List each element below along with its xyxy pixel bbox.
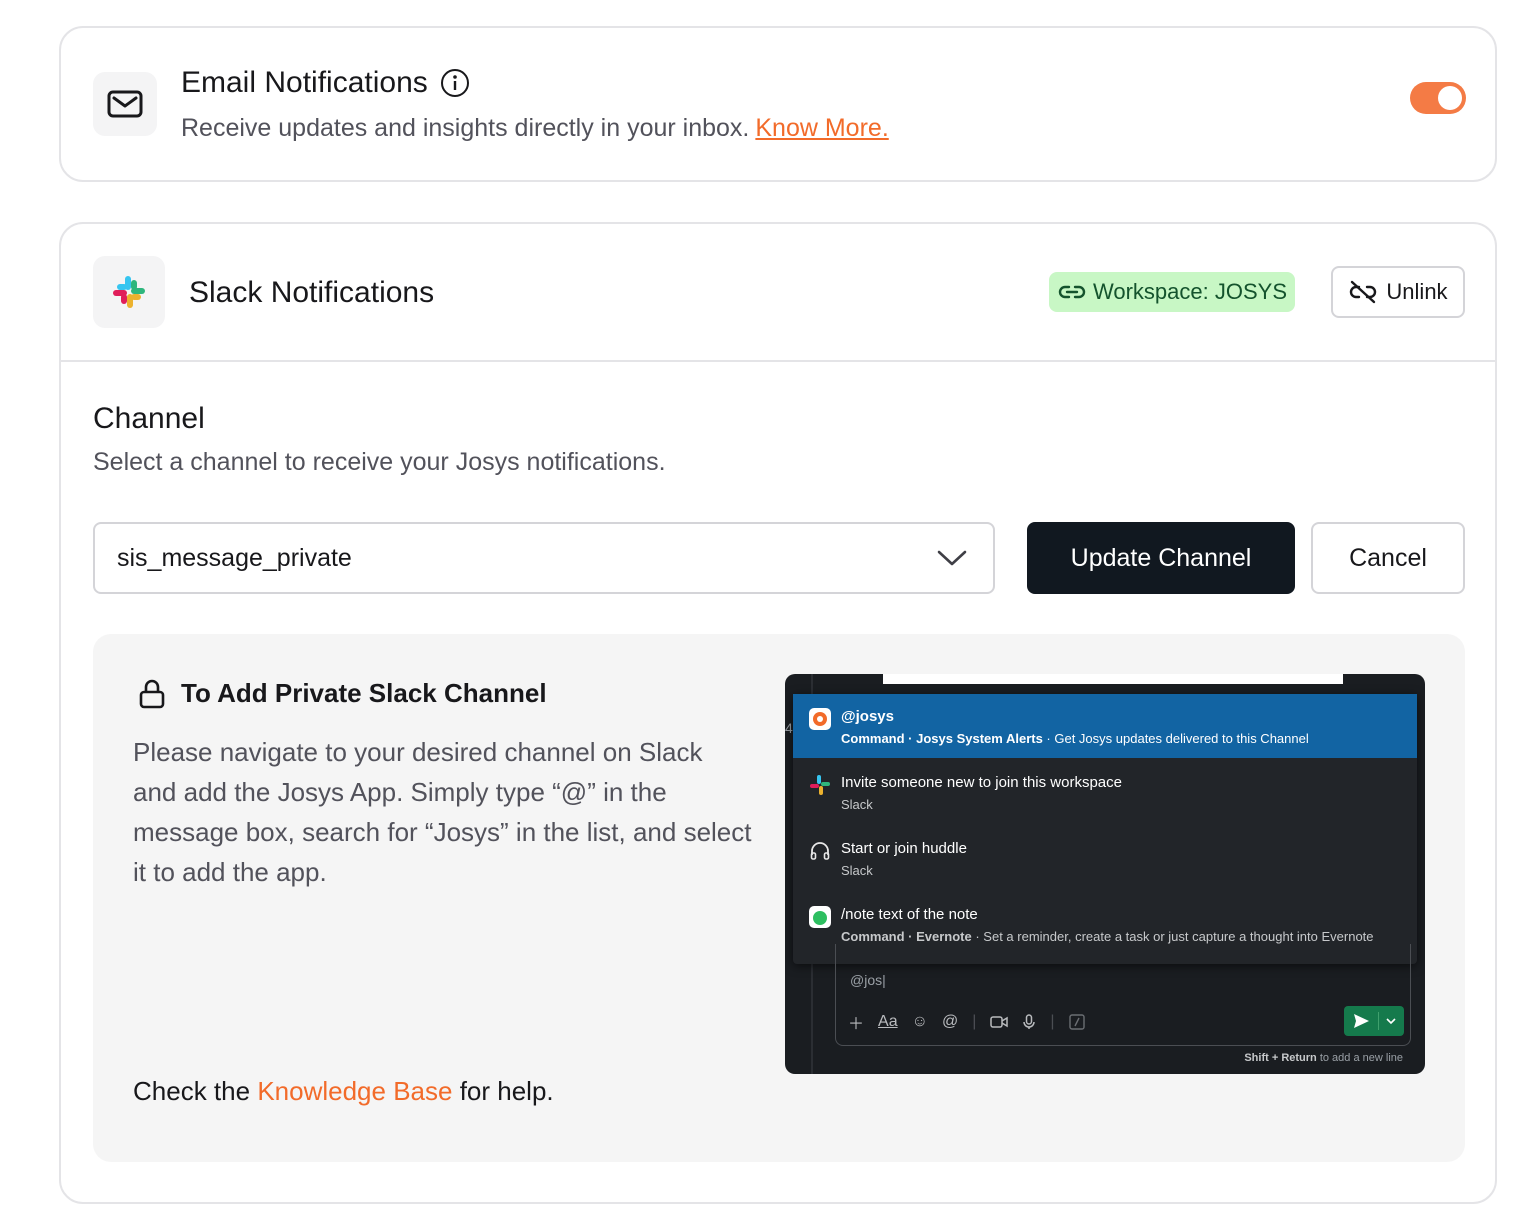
email-notifications-card: Email Notifications Receive updates and … xyxy=(59,26,1497,182)
chevron-down-icon xyxy=(1386,1018,1396,1025)
email-notifications-title: Email Notifications xyxy=(181,66,428,99)
help-footer-suffix: for help. xyxy=(459,1076,554,1106)
autocomplete-item-huddle: Start or join huddle Slack xyxy=(793,824,1417,890)
josys-app-icon xyxy=(809,708,831,730)
info-icon[interactable] xyxy=(440,68,470,98)
toggle-knob xyxy=(1438,86,1462,110)
composer-hint: Shift + Return to add a new line xyxy=(1244,1052,1403,1064)
email-description-text: Receive updates and insights directly in… xyxy=(181,114,750,142)
composer-hint-bold: Shift + Return xyxy=(1244,1052,1317,1064)
mail-icon xyxy=(107,90,143,118)
slack-notifications-title: Slack Notifications xyxy=(189,276,435,309)
divider: | xyxy=(1050,1013,1055,1030)
shortcut-icon xyxy=(1068,1014,1085,1030)
help-body: Please navigate to your desired channel … xyxy=(133,737,752,887)
autocomplete-sub-bold: Command · Josys System Alerts xyxy=(841,731,1043,746)
slack-notifications-card: Slack Notifications Workspace: JOSYS Unl… xyxy=(59,222,1497,1204)
autocomplete-item-josys: @josys Command · Josys System Alerts · G… xyxy=(793,694,1417,758)
autocomplete-main: @josys xyxy=(841,708,894,725)
workspace-badge: Workspace: JOSYS xyxy=(1049,272,1295,312)
email-notifications-description: Receive updates and insights directly in… xyxy=(181,114,889,143)
composer-hint-text: to add a new line xyxy=(1316,1052,1403,1064)
slack-logo-icon xyxy=(113,276,145,308)
evernote-icon xyxy=(809,906,831,928)
channel-description: Select a channel to receive your Josys n… xyxy=(93,448,666,476)
screenshot-line-number: 4 xyxy=(785,720,793,736)
private-channel-help-panel: To Add Private Slack Channel Please navi… xyxy=(93,634,1465,1162)
mention-icon: @ xyxy=(941,1013,959,1030)
headphones-icon xyxy=(810,842,830,860)
autocomplete-main: Invite someone new to join this workspac… xyxy=(841,774,1122,791)
microphone-icon xyxy=(1023,1014,1036,1029)
autocomplete-sub-text: · Set a reminder, create a task or just … xyxy=(971,929,1374,944)
composer-text: @jos| xyxy=(850,972,886,988)
cancel-button[interactable]: Cancel xyxy=(1311,522,1465,594)
slack-logo-icon xyxy=(810,775,830,795)
help-title-row: To Add Private Slack Channel xyxy=(139,678,547,709)
autocomplete-main: /note text of the note xyxy=(841,906,978,923)
emoji-icon: ☺ xyxy=(911,1013,928,1030)
video-icon xyxy=(990,1016,1009,1028)
unlink-button[interactable]: Unlink xyxy=(1331,266,1465,318)
update-channel-button[interactable]: Update Channel xyxy=(1027,522,1295,594)
divider: | xyxy=(972,1013,977,1030)
send-button xyxy=(1344,1006,1404,1036)
help-title: To Add Private Slack Channel xyxy=(181,678,547,708)
lock-icon xyxy=(139,679,165,708)
composer-toolbar: ＋ Aa ☺ @ | | xyxy=(848,1010,1085,1034)
email-notifications-toggle[interactable] xyxy=(1410,82,1466,114)
unlink-icon xyxy=(1350,280,1377,304)
unlink-label: Unlink xyxy=(1386,279,1448,304)
help-footer-prefix: Check the xyxy=(133,1076,251,1106)
autocomplete-sub: Command · Josys System Alerts · Get Josy… xyxy=(841,731,1309,746)
screenshot-top-bar xyxy=(883,674,1343,684)
mention-autocomplete-popup: @josys Command · Josys System Alerts · G… xyxy=(793,694,1417,964)
send-icon xyxy=(1354,1014,1369,1028)
slack-header: Slack Notifications Workspace: JOSYS Unl… xyxy=(61,224,1495,362)
workspace-badge-label: Workspace: JOSYS xyxy=(1093,279,1287,304)
channel-title: Channel xyxy=(93,402,205,435)
autocomplete-sub: Slack xyxy=(841,797,873,812)
chevron-down-icon xyxy=(937,550,967,566)
link-icon xyxy=(1058,285,1086,299)
autocomplete-sub-text: · Get Josys updates delivered to this Ch… xyxy=(1042,731,1309,746)
email-icon-tile xyxy=(93,72,157,136)
know-more-link[interactable]: Know More. xyxy=(755,114,888,142)
slack-mention-screenshot: 4 @josys Command · Josys System Alerts ·… xyxy=(785,674,1425,1074)
slack-icon-tile xyxy=(93,256,165,328)
format-icon: Aa xyxy=(878,1013,898,1030)
autocomplete-sub: Command · Evernote · Set a reminder, cre… xyxy=(841,929,1374,944)
email-title-row: Email Notifications xyxy=(181,66,470,100)
channel-select[interactable]: sis_message_private xyxy=(93,522,995,594)
message-composer: @jos| ＋ Aa ☺ @ | | xyxy=(835,944,1411,1046)
autocomplete-item-invite: Invite someone new to join this workspac… xyxy=(793,758,1417,824)
autocomplete-main: Start or join huddle xyxy=(841,840,967,857)
autocomplete-sub-bold: Command · Evernote xyxy=(841,929,972,944)
knowledge-base-link[interactable]: Knowledge Base xyxy=(257,1076,452,1106)
channel-select-value: sis_message_private xyxy=(117,543,352,572)
help-footer: Check the Knowledge Base for help. xyxy=(133,1076,554,1107)
autocomplete-sub: Slack xyxy=(841,863,873,878)
plus-icon: ＋ xyxy=(848,1016,865,1033)
